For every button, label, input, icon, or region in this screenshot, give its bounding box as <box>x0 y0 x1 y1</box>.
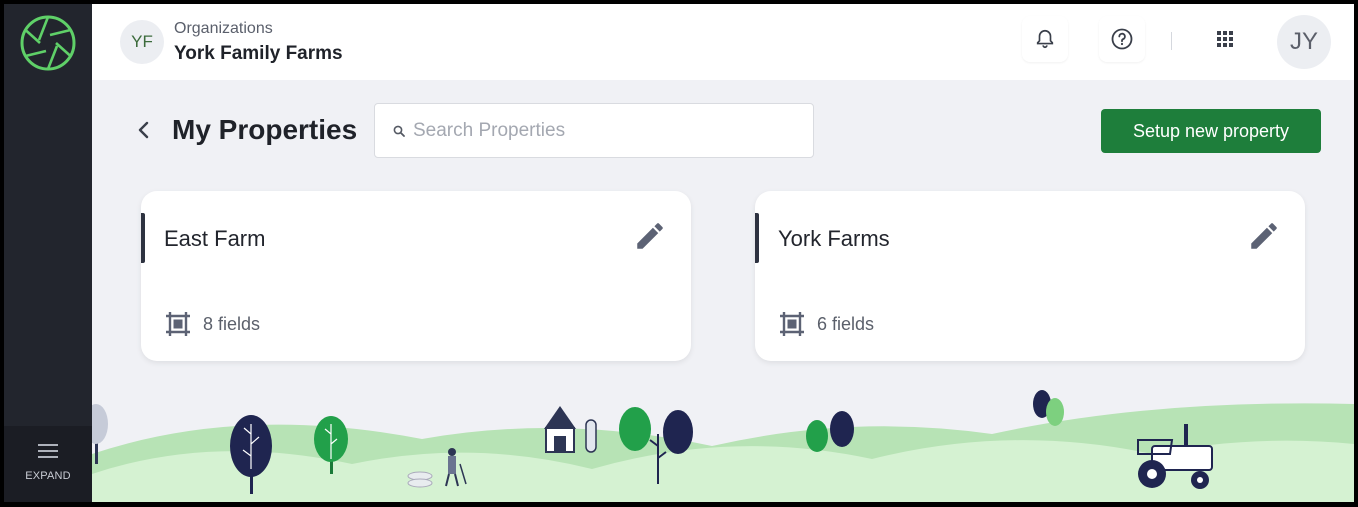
bell-icon <box>1036 29 1054 49</box>
grid-icon <box>1217 31 1233 47</box>
field-boundary-icon <box>780 312 804 336</box>
property-name: York Farms <box>778 226 890 251</box>
apps-button[interactable] <box>1202 16 1248 62</box>
property-card[interactable]: East Farm 8 fields <box>141 191 691 361</box>
property-name: East Farm <box>164 226 266 251</box>
hamburger-icon <box>38 444 58 458</box>
page-title: My Properties <box>172 114 358 145</box>
logo-icon[interactable] <box>19 14 77 72</box>
farm-illustration <box>92 390 1354 502</box>
edit-pencil-icon[interactable] <box>633 219 667 253</box>
field-count-label: 6 fields <box>817 313 875 334</box>
user-avatar[interactable]: JY <box>1277 15 1331 69</box>
back-chevron-icon[interactable] <box>134 120 154 140</box>
search-input[interactable] <box>413 104 803 157</box>
card-accent <box>755 213 759 263</box>
app-frame: EXPAND YF Organizations York Family Farm… <box>4 4 1354 502</box>
edit-pencil-icon[interactable] <box>1247 219 1281 253</box>
org-avatar[interactable]: YF <box>120 20 164 64</box>
barn-icon <box>544 406 597 453</box>
card-accent <box>141 213 145 263</box>
top-bar: YF Organizations York Family Farms JY <box>92 4 1354 80</box>
org-kicker: Organizations <box>174 20 273 37</box>
property-card[interactable]: York Farms 6 fields <box>755 191 1305 361</box>
sidebar: EXPAND <box>4 4 92 502</box>
help-icon <box>1111 28 1133 50</box>
toolbar-divider <box>1171 32 1172 50</box>
help-button[interactable] <box>1099 16 1145 62</box>
search-box <box>374 103 814 158</box>
setup-new-property-button[interactable]: Setup new property <box>1101 109 1321 153</box>
field-count: 6 fields <box>779 311 874 337</box>
expand-label: EXPAND <box>25 470 71 482</box>
search-icon <box>393 125 405 137</box>
field-count: 8 fields <box>165 311 260 337</box>
org-name[interactable]: York Family Farms <box>174 43 343 65</box>
tree-icon <box>1033 390 1064 426</box>
field-count-label: 8 fields <box>203 313 261 334</box>
field-boundary-icon <box>166 312 190 336</box>
notifications-button[interactable] <box>1022 16 1068 62</box>
expand-sidebar-button[interactable]: EXPAND <box>4 426 92 502</box>
